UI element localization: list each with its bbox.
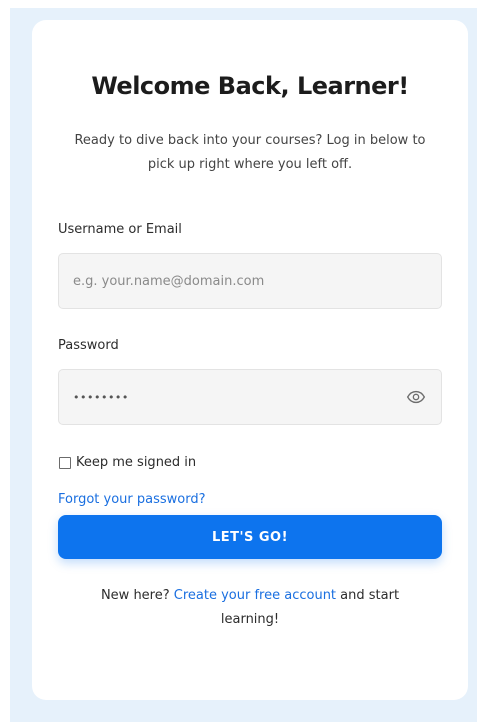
login-subtitle: Ready to dive back into your courses? Lo… bbox=[74, 133, 426, 172]
username-label: Username or Email bbox=[58, 222, 182, 237]
signup-prompt: New here? Create your free account and s… bbox=[75, 584, 425, 632]
password-input[interactable] bbox=[73, 370, 405, 424]
password-field-container bbox=[58, 369, 442, 425]
username-field-container bbox=[58, 253, 442, 309]
username-input[interactable] bbox=[73, 254, 427, 308]
submit-button[interactable]: LET'S GO! bbox=[58, 515, 442, 559]
eye-icon[interactable] bbox=[405, 386, 427, 408]
page-title: Welcome Back, Learner! bbox=[91, 72, 409, 100]
password-label: Password bbox=[58, 338, 119, 353]
login-card: Welcome Back, Learner! Ready to dive bac… bbox=[32, 20, 468, 700]
keep-signed-in-checkbox[interactable]: Keep me signed in bbox=[58, 455, 442, 471]
create-account-link[interactable]: Create your free account bbox=[174, 588, 336, 603]
signup-prefix: New here? bbox=[100, 588, 170, 603]
keep-signed-in-label: Keep me signed in bbox=[76, 455, 197, 470]
forgot-password-link[interactable]: Forgot your password? bbox=[58, 492, 442, 508]
checkbox-box[interactable] bbox=[59, 457, 71, 469]
